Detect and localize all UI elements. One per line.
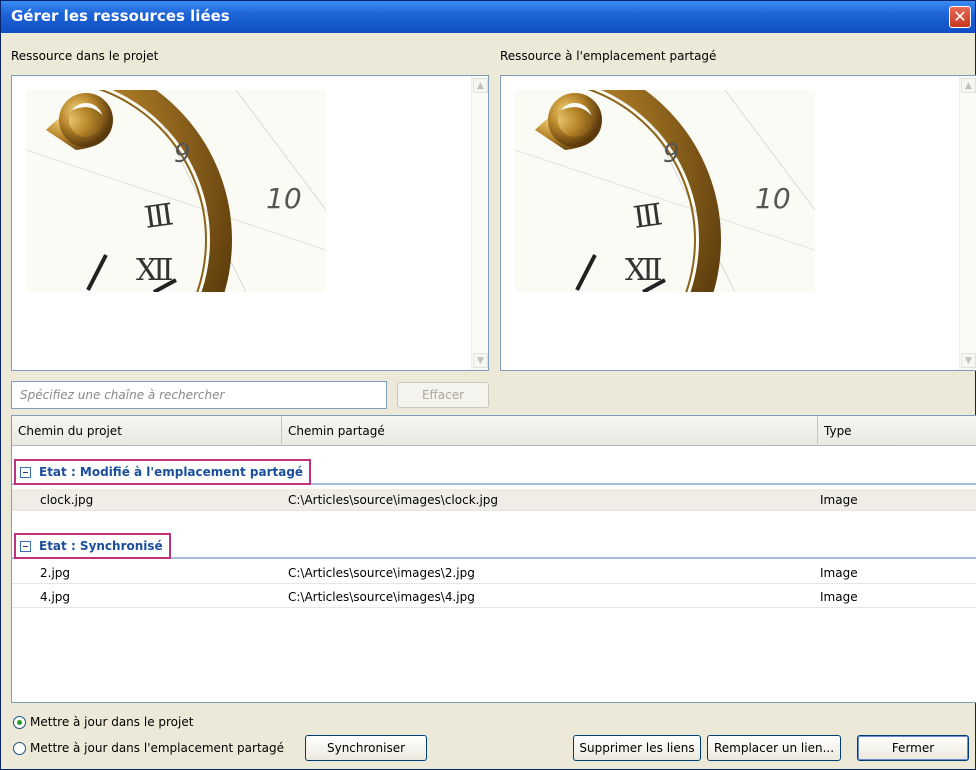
clock-number-9: 9 [174,139,191,169]
cell-shared-path: C:\Articles\source\images\4.jpg [288,590,475,604]
close-button[interactable]: Fermer [857,735,969,761]
group-header[interactable]: Etat : Modifié à l'emplacement partagé [14,459,312,485]
table-row[interactable]: clock.jpg C:\Articles\source\images\cloc… [12,489,976,511]
group-modified[interactable]: Etat : Modifié à l'emplacement partagé [12,459,976,485]
linked-resources-table: Chemin du projet Chemin partagé Type Eta… [11,415,976,703]
table-row[interactable]: 4.jpg C:\Articles\source\images\4.jpg Im… [12,586,976,608]
cell-type: Image [820,590,858,604]
group-title: Etat : Modifié à l'emplacement partagé [39,465,304,479]
chevron-down-icon[interactable]: ▼ [473,353,488,368]
group-synchronized[interactable]: Etat : Synchronisé [12,533,976,559]
option-label: Mettre à jour dans l'emplacement partagé [30,741,285,755]
clock-number-10: 10 [755,182,791,215]
cell-project-path: clock.jpg [40,493,94,507]
close-icon[interactable]: ✕ [949,6,971,28]
left-pane-label: Ressource dans le projet [11,49,159,63]
clock-image: Ⅲ Ⅻ 9 10 [26,90,326,292]
group-header[interactable]: Etat : Synchronisé [14,533,171,559]
title-bar[interactable]: Gérer les ressources liées ✕ [1,1,975,33]
cell-project-path: 2.jpg [40,566,71,580]
table-row[interactable]: 2.jpg C:\Articles\source\images\2.jpg Im… [12,562,976,584]
shared-resource-preview: Ⅲ Ⅻ 9 10 ▲ ▼ [500,75,976,371]
dialog-window: Gérer les ressources liées ✕ Ressource d… [0,0,976,770]
cell-type: Image [820,566,858,580]
option-update-project[interactable]: Mettre à jour dans le projet [13,715,193,729]
column-header-project-path[interactable]: Chemin du projet [12,416,282,446]
radio-icon[interactable] [13,741,26,755]
option-update-shared[interactable]: Mettre à jour dans l'emplacement partagé [13,741,284,755]
column-header-type[interactable]: Type [818,416,976,446]
synchronize-button[interactable]: Synchroniser [305,735,427,761]
right-pane-scrollbar[interactable]: ▲ ▼ [959,76,976,370]
option-label: Mettre à jour dans le projet [30,715,194,729]
collapse-icon[interactable] [20,540,31,552]
window-title: Gérer les ressources liées [11,7,230,25]
cell-shared-path: C:\Articles\source\images\2.jpg [288,566,475,580]
clock-image: Ⅲ Ⅻ 9 10 [515,90,815,292]
table-header: Chemin du projet Chemin partagé Type [12,416,976,446]
cell-project-path: 4.jpg [40,590,71,604]
radio-icon[interactable] [13,715,26,729]
right-pane-label: Ressource à l'emplacement partagé [500,49,717,63]
chevron-down-icon[interactable]: ▼ [961,353,976,368]
delete-links-button[interactable]: Supprimer les liens [573,735,701,761]
chevron-up-icon[interactable]: ▲ [961,78,976,93]
cell-type: Image [820,493,858,507]
clock-number-9: 9 [663,139,680,169]
replace-link-button[interactable]: Remplacer un lien... [707,735,841,761]
chevron-up-icon[interactable]: ▲ [473,78,488,93]
svg-text:Ⅲ: Ⅲ [631,197,665,236]
clock-number-10: 10 [266,182,302,215]
collapse-icon[interactable] [20,466,31,478]
cell-shared-path: C:\Articles\source\images\clock.jpg [288,493,499,507]
column-header-shared-path[interactable]: Chemin partagé [282,416,818,446]
svg-text:Ⅲ: Ⅲ [142,197,176,236]
clear-button[interactable]: Effacer [397,382,489,408]
project-resource-preview: Ⅲ Ⅻ 9 10 ▲ ▼ [11,75,489,371]
left-pane-scrollbar[interactable]: ▲ ▼ [471,76,488,370]
search-input[interactable] [11,381,387,409]
group-title: Etat : Synchronisé [39,539,163,553]
